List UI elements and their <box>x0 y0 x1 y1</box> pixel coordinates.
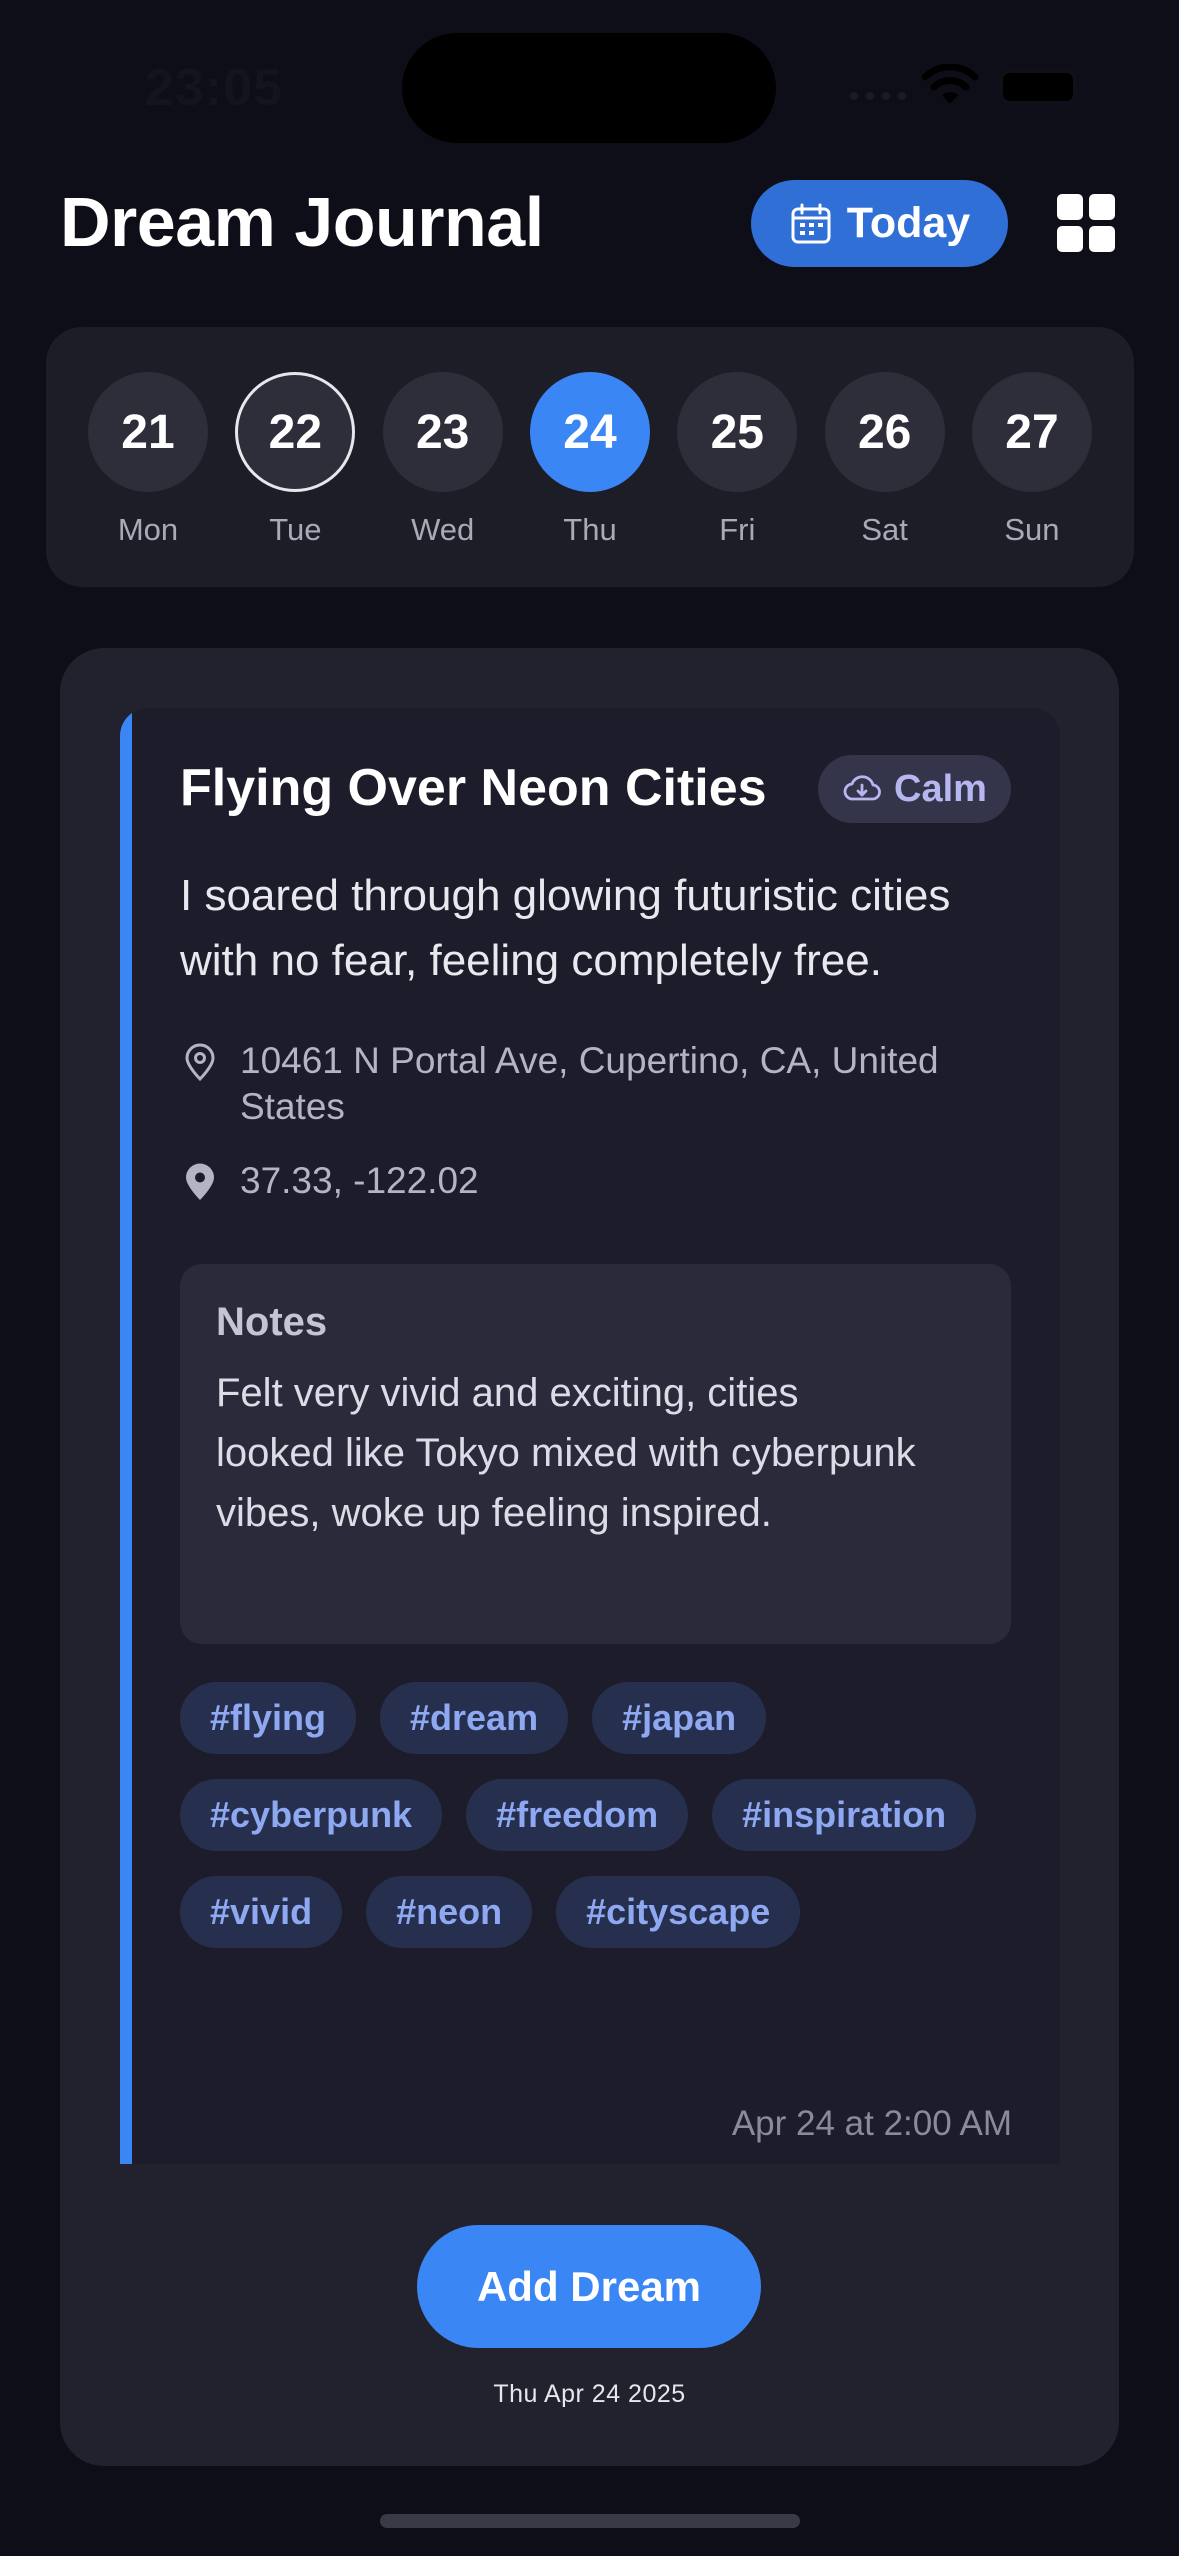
dream-description: I soared through glowing futuristic citi… <box>180 871 951 985</box>
tag-chip[interactable]: #neon <box>366 1876 533 1948</box>
dreams-panel: Flying Over Neon Cities Calm I soared th… <box>60 648 1119 2466</box>
day-name: Mon <box>117 512 179 547</box>
tag-list: #flying #dream #japan #cyberpunk #freedo… <box>180 1682 1011 1948</box>
day-thu[interactable]: 24 Thu <box>529 372 650 587</box>
day-name: Thu <box>563 512 617 547</box>
notes-box: Notes Felt very vivid and exciting, citi… <box>180 1264 1011 1644</box>
coordinates-row: 37.33, -122.02 <box>180 1158 1030 1204</box>
day-tue[interactable]: 22 Tue <box>235 372 356 587</box>
cloud-download-icon <box>843 775 881 801</box>
day-number: 23 <box>382 372 503 492</box>
selected-date-caption: Thu Apr 24 2025 <box>493 2380 686 2408</box>
tag-chip[interactable]: #cyberpunk <box>180 1779 443 1851</box>
day-sat[interactable]: 26 Sat <box>824 372 945 587</box>
tag-chip[interactable]: #inspiration <box>712 1779 977 1851</box>
mood-label: Calm <box>894 767 987 810</box>
day-number: 26 <box>824 372 945 492</box>
tag-chip[interactable]: #flying <box>180 1682 357 1754</box>
page-title: Dream Journal <box>60 183 544 261</box>
grid-view-icon[interactable] <box>1057 194 1115 252</box>
day-number: 25 <box>677 372 798 492</box>
address-text: 10461 N Portal Ave, Cupertino, CA, Unite… <box>240 1040 939 1127</box>
dream-timestamp: Apr 24 at 2:00 AM <box>731 2104 1012 2143</box>
day-sun[interactable]: 27 Sun <box>971 372 1092 587</box>
week-selector: 21 Mon 22 Tue 23 Wed 24 Thu 25 Fri 26 Sa… <box>46 327 1134 587</box>
tag-chip[interactable]: #dream <box>380 1682 569 1754</box>
dream-title: Flying Over Neon Cities <box>180 759 767 817</box>
wifi-icon <box>921 64 979 104</box>
battery-icon <box>1000 70 1076 104</box>
day-name: Sun <box>1004 512 1060 547</box>
dynamic-island <box>402 33 776 143</box>
mood-badge: Calm <box>818 755 1011 823</box>
calendar-icon <box>791 203 831 243</box>
day-number: 22 <box>235 372 356 492</box>
cellular-signal-icon <box>850 92 906 100</box>
day-number: 27 <box>971 372 1092 492</box>
day-wed[interactable]: 23 Wed <box>382 372 503 587</box>
tag-chip[interactable]: #freedom <box>466 1779 689 1851</box>
today-label: Today <box>846 199 971 247</box>
dream-card[interactable]: Flying Over Neon Cities Calm I soared th… <box>120 708 1060 2164</box>
tag-chip[interactable]: #vivid <box>180 1876 343 1948</box>
day-name: Sat <box>861 512 908 547</box>
coordinates-text: 37.33, -122.02 <box>240 1160 479 1201</box>
day-mon[interactable]: 21 Mon <box>88 372 208 587</box>
status-bar: 23:05 <box>0 0 1179 150</box>
address-row: 10461 N Portal Ave, Cupertino, CA, Unite… <box>180 1038 1030 1130</box>
tag-chip[interactable]: #japan <box>592 1682 767 1754</box>
day-fri[interactable]: 25 Fri <box>677 372 798 587</box>
header: Dream Journal Today <box>0 170 1179 280</box>
day-number: 21 <box>88 372 208 492</box>
card-accent-bar <box>120 708 132 2164</box>
notes-heading: Notes <box>216 1300 328 1344</box>
day-number: 24 <box>529 372 650 492</box>
add-dream-button[interactable]: Add Dream <box>417 2225 761 2348</box>
day-name: Fri <box>719 512 756 547</box>
location-pin-filled-icon <box>186 1163 214 1200</box>
location-pin-outline-icon <box>185 1043 215 1082</box>
notes-text: Felt very vivid and exciting, cities loo… <box>216 1371 916 1535</box>
day-name: Tue <box>269 512 322 547</box>
tag-chip[interactable]: #cityscape <box>556 1876 801 1948</box>
day-name: Wed <box>411 512 475 547</box>
home-indicator[interactable] <box>380 2514 800 2528</box>
today-button[interactable]: Today <box>751 180 1008 267</box>
status-time: 23:05 <box>145 59 283 117</box>
